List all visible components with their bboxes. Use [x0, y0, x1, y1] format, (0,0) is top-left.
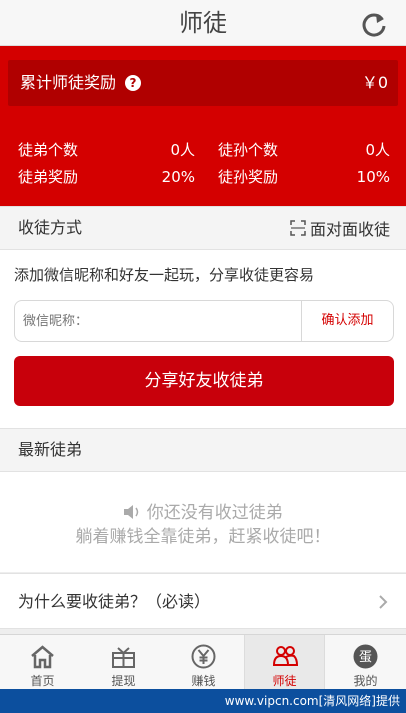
disciples-count-label: 徒弟个数 — [18, 141, 79, 159]
wechat-nickname-field: 确认添加 — [14, 300, 394, 342]
latest-disciples-list: 你还没有收过徒弟 躺着赚钱全靠徒弟，赶紧收徒吧！ — [0, 472, 406, 572]
total-reward-value: ￥0 — [361, 73, 388, 92]
egg-icon: 蛋 — [353, 644, 378, 669]
grand-disciple-reward-label: 徒孙奖励 — [218, 168, 279, 186]
share-recruit-button[interactable]: 分享好友收徒弟 — [14, 356, 394, 406]
tab-withdraw[interactable]: 提现 — [83, 635, 164, 690]
people-icon — [272, 646, 299, 666]
recruit-method-title: 收徒方式 — [18, 218, 83, 237]
watermark-banner: www.vipcn.com[清风网络]提供 — [0, 689, 406, 713]
disciple-reward-value: 20% — [161, 168, 195, 186]
empty-state-text1: 你还没有收过徒弟 — [146, 503, 283, 523]
grand-disciples-count-label: 徒孙个数 — [218, 141, 279, 159]
face-to-face-label: 面对面收徒 — [309, 220, 390, 239]
latest-disciples-header: 最新徒弟 — [0, 428, 406, 472]
tab-master[interactable]: 师徒 — [244, 635, 325, 690]
bottom-tab-bar: 首页 提现 赚钱 师徒 蛋 我的 — [0, 634, 406, 690]
grand-disciple-reward-value: 10% — [356, 168, 390, 186]
confirm-add-button[interactable]: 确认添加 — [301, 301, 393, 341]
disciple-reward-label: 徒弟奖励 — [18, 168, 79, 186]
why-recruit-label: 为什么要收徒弟？（必读） — [18, 592, 211, 611]
page-title: 师徒 — [179, 9, 227, 37]
refresh-icon[interactable] — [360, 10, 388, 38]
home-icon — [31, 645, 54, 669]
reward-summary-panel: 累计师徒奖励 ? ￥0 徒弟个数 0人 徒孙个数 0人 徒弟奖励 20% 徒孙奖… — [0, 46, 406, 206]
recruit-description: 添加微信昵称和好友一起玩，分享收徒更容易 — [14, 266, 315, 284]
tab-earn-label: 赚钱 — [191, 674, 216, 688]
latest-disciples-title: 最新徒弟 — [18, 440, 83, 459]
tab-mine[interactable]: 蛋 我的 — [325, 635, 406, 690]
speaker-icon — [124, 505, 139, 519]
gift-icon — [112, 647, 135, 668]
tab-withdraw-label: 提现 — [111, 674, 136, 688]
empty-state-line2: 躺着赚钱全靠徒弟，赶紧收徒吧！ — [75, 527, 331, 547]
tab-master-label: 师徒 — [272, 674, 297, 688]
empty-state-line1: 你还没有收过徒弟 — [0, 498, 406, 523]
help-icon[interactable]: ? — [125, 75, 141, 91]
disciples-count-value: 0人 — [170, 141, 195, 159]
why-recruit-row[interactable]: 为什么要收徒弟？（必读） — [0, 573, 406, 629]
wechat-nickname-input[interactable] — [23, 301, 303, 341]
tab-home[interactable]: 首页 — [2, 635, 83, 690]
tab-mine-label: 我的 — [353, 674, 378, 688]
scan-icon — [290, 220, 306, 236]
total-reward-bar: 累计师徒奖励 ? ￥0 — [8, 60, 398, 106]
recruit-panel: 添加微信昵称和好友一起玩，分享收徒更容易 确认添加 分享好友收徒弟 — [0, 250, 406, 428]
recruit-method-header: 收徒方式 面对面收徒 — [0, 206, 406, 250]
face-to-face-button[interactable]: 面对面收徒 — [290, 207, 390, 249]
yen-icon — [191, 644, 216, 669]
total-reward-label: 累计师徒奖励 — [20, 73, 117, 92]
grand-disciples-count-value: 0人 — [365, 141, 390, 159]
svg-text:蛋: 蛋 — [359, 650, 372, 665]
tab-home-label: 首页 — [30, 674, 55, 688]
chevron-right-icon — [379, 595, 388, 609]
top-bar: 师徒 — [0, 0, 406, 46]
tab-earn[interactable]: 赚钱 — [163, 635, 244, 690]
